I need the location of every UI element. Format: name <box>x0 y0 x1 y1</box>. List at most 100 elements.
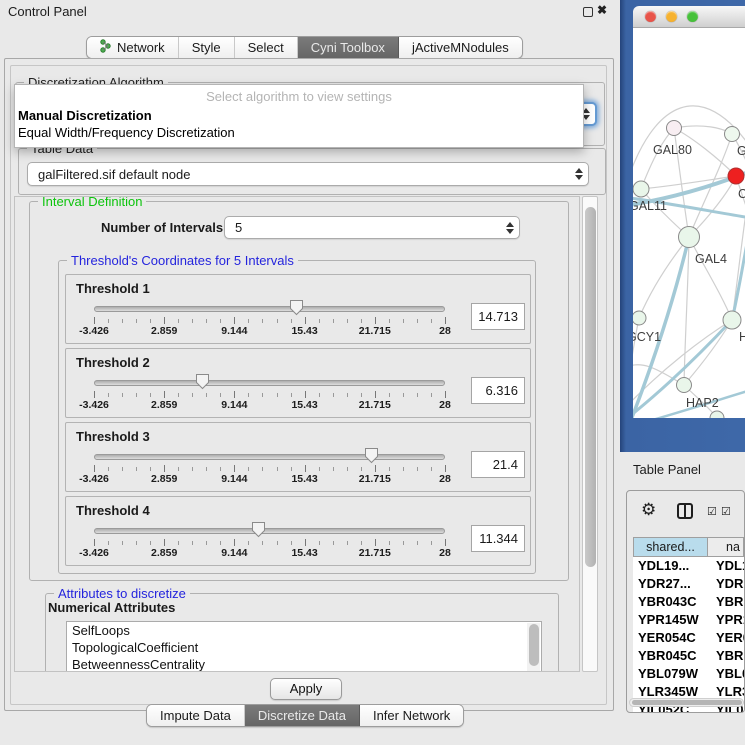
network-edge[interactable] <box>639 237 689 318</box>
zoom-traffic-light[interactable] <box>687 11 698 22</box>
table-row[interactable]: YDL19...YDL1 <box>633 557 744 575</box>
tab-cyni-toolbox[interactable]: Cyni Toolbox <box>298 37 399 58</box>
attribute-item-topologicalcoefficient[interactable]: TopologicalCoefficient <box>67 639 541 656</box>
major-tick <box>445 391 446 398</box>
tab-discretize-data[interactable]: Discretize Data <box>245 705 360 726</box>
major-tick <box>375 539 376 546</box>
gear-icon[interactable]: ⚙ <box>641 500 656 520</box>
algorithm-option-manual-discretization[interactable]: Manual Discretization <box>15 107 583 124</box>
threshold-slider-thumb[interactable] <box>195 373 210 390</box>
cell-shared-name: YBR043C <box>633 593 708 611</box>
network-node[interactable] <box>633 181 649 197</box>
network-node[interactable] <box>667 121 682 136</box>
tab-impute-data[interactable]: Impute Data <box>147 705 245 726</box>
checkbox-icon[interactable]: ☑ <box>707 505 717 518</box>
table-row[interactable]: YER054CYER0 <box>633 629 744 647</box>
minor-tick <box>150 319 151 323</box>
close-icon[interactable]: ✖ <box>597 3 607 17</box>
network-edge[interactable] <box>641 128 674 189</box>
minor-tick <box>333 319 334 323</box>
tab-label: Impute Data <box>160 708 231 723</box>
tab-jactivemnodules[interactable]: jActiveMNodules <box>399 37 522 58</box>
algorithm-option-equal-width-frequency-discretization[interactable]: Equal Width/Frequency Discretization <box>15 124 583 141</box>
threshold-value-field[interactable]: 21.4 <box>471 451 525 478</box>
threshold-slider-thumb[interactable] <box>364 447 379 464</box>
tick-label: 2.859 <box>139 325 189 337</box>
apply-button[interactable]: Apply <box>270 678 342 700</box>
tab-network[interactable]: Network <box>87 37 179 58</box>
network-node[interactable] <box>725 127 740 142</box>
network-node[interactable] <box>723 311 741 329</box>
threshold-value-field[interactable]: 6.316 <box>471 377 525 404</box>
cell-name: YPR1 <box>708 611 744 629</box>
cell-shared-name: YER054C <box>633 629 708 647</box>
dropdown-hint: Select algorithm to view settings <box>15 85 583 107</box>
threshold-slider-track[interactable] <box>94 454 445 460</box>
number-of-intervals-label: Number of Intervals <box>101 220 223 235</box>
table-data-combobox[interactable]: galFiltered.sif default node <box>27 162 589 186</box>
threshold-slider-thumb[interactable] <box>251 521 266 538</box>
settings-vertical-scrollbar[interactable] <box>582 196 598 672</box>
table-row[interactable]: YBR045CYBR0 <box>633 647 744 665</box>
cell-shared-name: YBR045C <box>633 647 708 665</box>
column-header-na[interactable]: na <box>708 537 744 557</box>
cytoscape-app: Control Panel ✖ NetworkStyleSelectCyni T… <box>0 0 745 745</box>
column-header-shared-[interactable]: shared... <box>633 537 708 557</box>
tab-style[interactable]: Style <box>179 37 235 58</box>
table-row[interactable]: YDR27...YDR2 <box>633 575 744 593</box>
interval-definition-group-label: Interval Definition <box>38 196 146 209</box>
threshold-slider-thumb[interactable] <box>289 299 304 316</box>
network-node[interactable] <box>677 378 692 393</box>
minor-tick <box>136 393 137 397</box>
major-tick <box>305 465 306 472</box>
minor-tick <box>431 541 432 545</box>
minor-tick <box>122 319 123 323</box>
minor-tick <box>206 319 207 323</box>
split-columns-icon[interactable] <box>677 503 693 519</box>
network-node[interactable] <box>679 227 700 248</box>
attributes-group-label: Attributes to discretize <box>54 586 190 601</box>
tab-label: Cyni Toolbox <box>311 40 385 55</box>
threshold-slider-track[interactable] <box>94 380 445 386</box>
tab-infer-network[interactable]: Infer Network <box>360 705 463 726</box>
threshold-row: Threshold 1 -3.4262.8599.14415.4321.7152… <box>65 274 531 344</box>
minor-tick <box>291 467 292 471</box>
minor-tick <box>220 467 221 471</box>
threshold-slider-track[interactable] <box>94 306 445 312</box>
checkbox-icon[interactable]: ☑ <box>721 505 731 518</box>
tab-select[interactable]: Select <box>235 37 298 58</box>
numerical-attributes-list[interactable]: SelfLoopsTopologicalCoefficientBetweenne… <box>66 621 542 672</box>
table-row[interactable]: YPR145WYPR1 <box>633 611 744 629</box>
minor-tick <box>136 467 137 471</box>
tab-label: Infer Network <box>373 708 450 723</box>
threshold-value-field[interactable]: 14.713 <box>471 303 525 330</box>
number-of-intervals-combobox[interactable]: 5 <box>224 216 520 239</box>
table-row[interactable]: YBL079WYBL0 <box>633 665 744 683</box>
attribute-item-betweennesscentrality[interactable]: BetweennessCentrality <box>67 656 541 672</box>
minor-tick <box>417 541 418 545</box>
float-panel-icon[interactable] <box>583 7 593 17</box>
minor-tick <box>347 541 348 545</box>
minor-tick <box>206 393 207 397</box>
network-node[interactable] <box>728 168 744 184</box>
minimize-traffic-light[interactable] <box>666 11 677 22</box>
node-label: C <box>738 187 745 201</box>
attribute-item-selfloops[interactable]: SelfLoops <box>67 622 541 639</box>
list-scrollbar[interactable] <box>527 623 540 672</box>
cell-name: YBR0 <box>708 593 744 611</box>
network-node[interactable] <box>633 311 646 325</box>
close-traffic-light[interactable] <box>645 11 656 22</box>
threshold-value-field[interactable]: 11.344 <box>471 525 525 552</box>
network-edge-thick[interactable] <box>732 233 745 320</box>
minor-tick <box>262 319 263 323</box>
minor-tick <box>192 319 193 323</box>
table-row[interactable]: YBR043CYBR0 <box>633 593 744 611</box>
threshold-row: Threshold 3 -3.4262.8599.14415.4321.7152… <box>65 422 531 492</box>
network-canvas[interactable]: GAL80GCGAL11GAL4GCY1HHAP2 <box>633 28 745 418</box>
network-window-titlebar <box>633 6 745 28</box>
threshold-slider-track[interactable] <box>94 528 445 534</box>
network-edge[interactable] <box>689 237 732 320</box>
minor-tick <box>319 541 320 545</box>
settings-viewport: Interval Definition Number of Intervals … <box>14 196 580 672</box>
table-horizontal-scrollbar[interactable] <box>629 698 744 707</box>
